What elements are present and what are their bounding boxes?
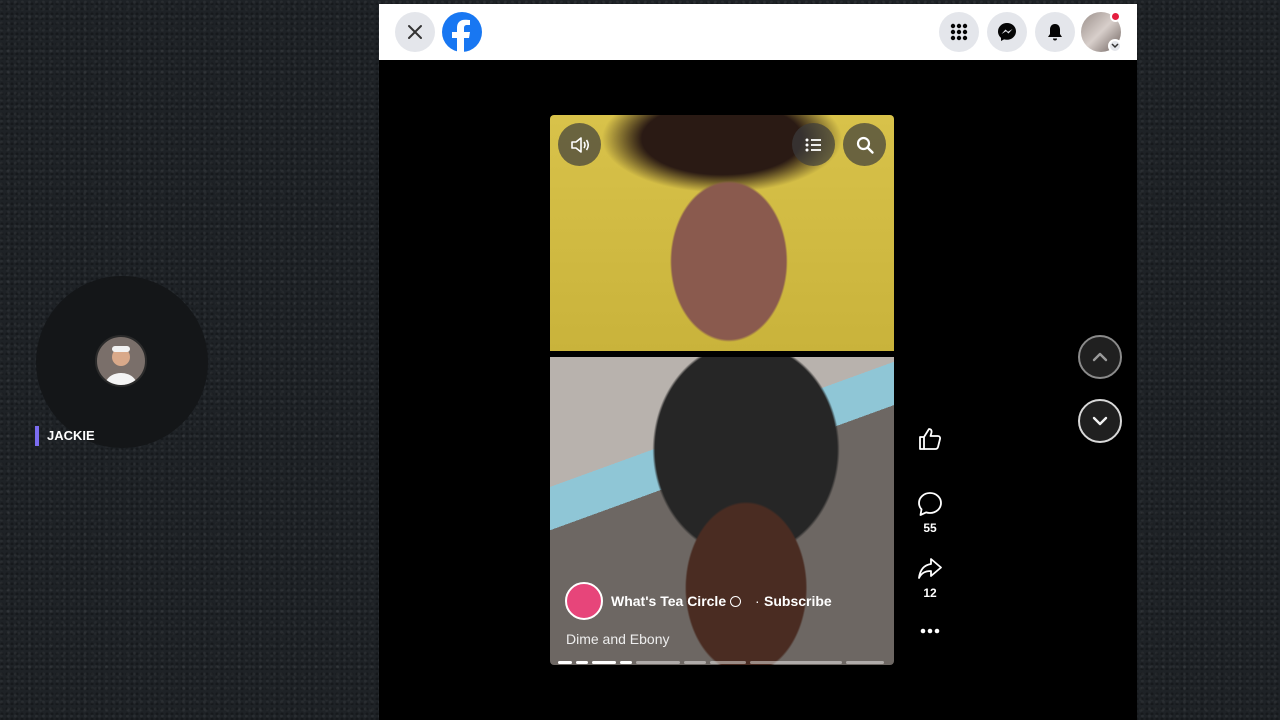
more-icon [920, 628, 940, 634]
search-icon [856, 136, 874, 154]
list-icon [805, 138, 821, 151]
facebook-logo[interactable] [442, 12, 482, 52]
volume-icon [570, 136, 589, 153]
progress-segment [710, 661, 746, 664]
volume-button[interactable] [558, 123, 601, 166]
video-frame-top [550, 115, 894, 351]
progress-segment [846, 661, 884, 664]
progress-segment [636, 661, 680, 664]
reel-video[interactable]: What's Tea Circle · Subscribe Dime and E… [550, 115, 894, 665]
notifications-button[interactable] [1035, 12, 1075, 52]
progress-segment [558, 661, 572, 664]
globe-icon [730, 596, 742, 607]
close-button[interactable] [395, 12, 435, 52]
list-button[interactable] [792, 123, 835, 166]
chevron-down-icon [1092, 416, 1108, 426]
progress-segment [576, 661, 588, 664]
streamer-name: JACKIE [35, 426, 95, 446]
bell-icon [1048, 24, 1062, 41]
share-action[interactable]: 12 [910, 556, 950, 600]
channel-avatar[interactable] [565, 582, 603, 620]
comments-count: 55 [923, 521, 937, 535]
reel-caption: Dime and Ebony [566, 631, 670, 647]
like-action[interactable] [910, 426, 950, 452]
menu-grid-icon [950, 23, 968, 41]
video-frame-bottom [550, 357, 894, 665]
progress-segment [684, 661, 706, 664]
share-icon [918, 558, 942, 579]
chevron-up-icon [1092, 352, 1108, 362]
separator-dot: · [755, 593, 760, 609]
notification-dot [1110, 11, 1121, 22]
more-options-button[interactable] [910, 622, 950, 640]
chevron-down-icon [1108, 39, 1122, 53]
comment-action[interactable]: 55 [910, 491, 950, 535]
messenger-icon [998, 23, 1016, 41]
subscribe-button[interactable]: Subscribe [764, 593, 832, 609]
facebook-reels-window: What's Tea Circle · Subscribe Dime and E… [379, 4, 1137, 720]
previous-reel-button[interactable] [1078, 335, 1122, 379]
search-button[interactable] [843, 123, 886, 166]
shares-count: 12 [923, 586, 937, 600]
close-icon [408, 25, 422, 39]
menu-button[interactable] [939, 12, 979, 52]
progress-segment [592, 661, 616, 664]
streamer-avatar [95, 335, 147, 387]
channel-name[interactable]: What's Tea Circle [611, 593, 742, 609]
channel-name-text: What's Tea Circle [611, 593, 727, 609]
next-reel-button[interactable] [1078, 399, 1122, 443]
progress-segment [620, 661, 632, 664]
profile-avatar-button[interactable] [1081, 11, 1122, 53]
facebook-topbar [379, 4, 1137, 60]
progress-segment [750, 661, 842, 664]
comment-icon [918, 492, 942, 516]
thumbs-up-icon [919, 428, 942, 450]
messenger-button[interactable] [987, 12, 1027, 52]
streamer-card [36, 276, 208, 448]
facebook-f-icon [452, 19, 470, 52]
